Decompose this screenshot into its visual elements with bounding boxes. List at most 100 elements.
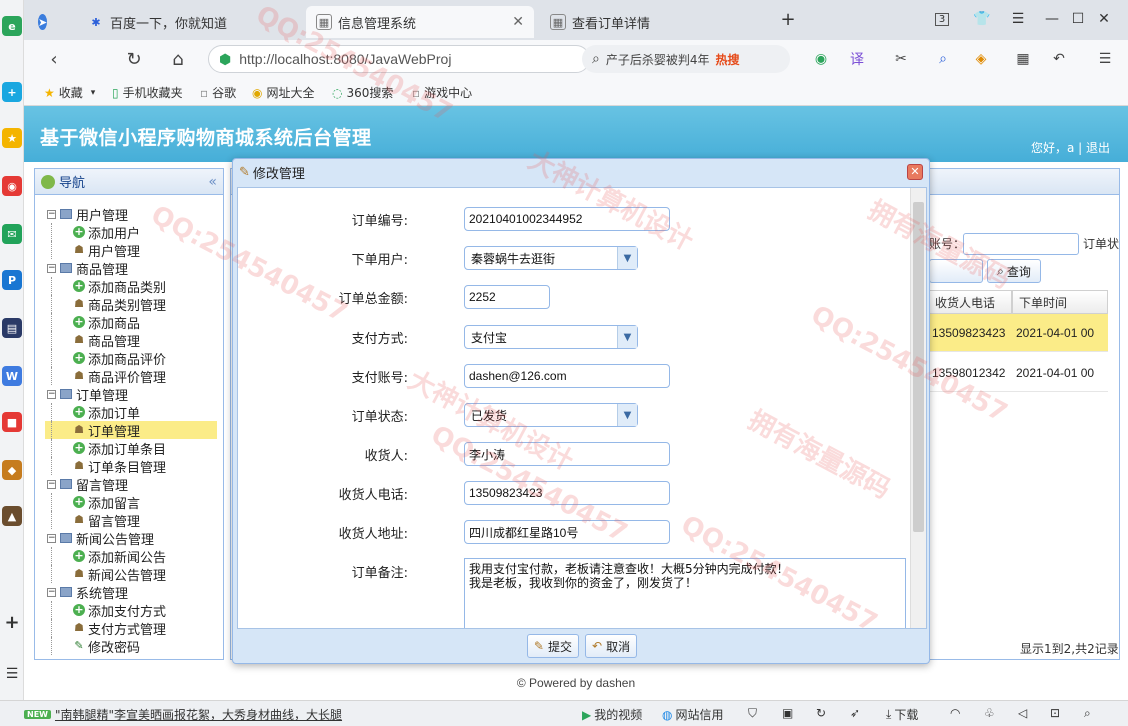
back-icon[interactable]: ‹	[42, 48, 66, 70]
mail-icon[interactable]: ✉	[2, 224, 22, 244]
magnifier-icon[interactable]: ⌕	[932, 49, 954, 69]
nav-item-6[interactable]: + 添加商品	[45, 313, 217, 332]
chevron-down-icon[interactable]: ▼	[617, 404, 637, 426]
tab-count-badge[interactable]: 3	[930, 8, 954, 30]
memo-textarea[interactable]: 我用支付宝付款，老板请注意查收！大概5分钟内完成付款！ 我是老板，我收到你的资金…	[464, 558, 906, 628]
nav-item-2[interactable]: ☗ 用户管理	[45, 241, 217, 260]
table-cell[interactable]: 13509823423	[928, 314, 1012, 352]
collapse-tree-icon[interactable]: −	[47, 533, 56, 543]
bookmark-360[interactable]: ◌ 360搜索	[332, 84, 393, 101]
address-input[interactable]: 四川成都红星路10号	[464, 520, 670, 544]
pay-method-select[interactable]: 支付宝 ▼	[464, 325, 638, 349]
refresh-icon[interactable]: ↻	[816, 706, 826, 720]
image-icon[interactable]: ▣	[782, 706, 793, 720]
scrollbar-thumb[interactable]	[913, 202, 924, 532]
nav-group-18[interactable]: − 新闻公告管理	[47, 529, 219, 548]
nav-item-4[interactable]: + 添加商品类别	[45, 277, 217, 296]
cancel-button[interactable]: ↶ 取消	[585, 634, 638, 658]
bookmark-games[interactable]: ▫ 游戏中心	[412, 84, 472, 101]
submit-button[interactable]: ✎ 提交	[526, 634, 579, 658]
window-close-icon[interactable]: ✕	[1092, 8, 1116, 30]
nav-group-21[interactable]: − 系统管理	[47, 583, 219, 602]
leaf-icon[interactable]: ♧	[984, 706, 995, 720]
shop-app-icon[interactable]: ■	[2, 412, 22, 432]
site-credit-button[interactable]: ◍ 网站信用	[662, 706, 724, 723]
chevron-down-icon[interactable]: ▼	[617, 247, 637, 269]
minimize-icon[interactable]: —	[1040, 8, 1064, 30]
favorites-star-icon[interactable]: ★	[2, 128, 22, 148]
undo-icon[interactable]: ↶	[1048, 49, 1070, 69]
nav-group-15[interactable]: − 留言管理	[47, 475, 219, 494]
reload-icon[interactable]: ↻	[122, 48, 146, 70]
maximize-icon[interactable]: ☐	[1066, 8, 1090, 30]
nav-group-3[interactable]: − 商品管理	[47, 259, 219, 278]
close-tab-icon[interactable]: ✕	[512, 14, 524, 30]
column-header-order-time[interactable]: 下单时间	[1012, 290, 1108, 314]
receiver-input[interactable]: 李小涛	[464, 442, 670, 466]
nav-group-10[interactable]: − 订单管理	[47, 385, 219, 404]
tab-info-system[interactable]: ▦ 信息管理系统 ✕	[306, 6, 534, 38]
my-video-button[interactable]: ▶ 我的视频	[582, 706, 642, 723]
order-no-input[interactable]: 20210401002344952	[464, 207, 670, 231]
bookmark-google[interactable]: ▫ 谷歌	[200, 84, 236, 101]
nav-item-13[interactable]: + 添加订单条目	[45, 439, 217, 458]
nav-item-19[interactable]: + 添加新闻公告	[45, 547, 217, 566]
nav-item-7[interactable]: ☗ 商品管理	[45, 331, 217, 350]
collapse-tree-icon[interactable]: −	[47, 587, 56, 597]
headset-icon[interactable]: ◠	[950, 706, 960, 720]
photo-app-icon[interactable]: ▲	[2, 506, 22, 526]
scissors-icon[interactable]: ✂	[890, 49, 912, 69]
nav-item-11[interactable]: + 添加订单	[45, 403, 217, 422]
chevron-down-icon[interactable]: ▼	[617, 326, 637, 348]
nav-item-1[interactable]: + 添加用户	[45, 223, 217, 242]
edge-icon[interactable]: e	[2, 16, 22, 36]
nav-item-5[interactable]: ☗ 商品类别管理	[45, 295, 217, 314]
settings-menu-icon[interactable]: ☰	[1006, 8, 1030, 30]
shield-icon[interactable]: ⛉	[748, 706, 757, 721]
user-select[interactable]: 秦蓉蜗牛去逛街 ▼	[464, 246, 638, 270]
nav-item-17[interactable]: ☗ 留言管理	[45, 511, 217, 530]
nav-item-20[interactable]: ☗ 新闻公告管理	[45, 565, 217, 584]
collapse-icon[interactable]: «	[208, 174, 217, 190]
news-ticker[interactable]: NEW "南韩腿精"李宣美晒画报花絮，大秀身材曲线，大长腿	[24, 706, 342, 723]
dialog-scrollbar[interactable]	[910, 188, 926, 628]
rocket-icon[interactable]: ➶	[850, 706, 860, 720]
collapse-tree-icon[interactable]: −	[47, 209, 56, 219]
news-app-icon[interactable]: ▤	[2, 318, 22, 338]
bookmark-mobile[interactable]: ▯ 手机收藏夹	[112, 84, 183, 101]
menu-icon[interactable]: ☰	[2, 664, 22, 684]
browser-search-box[interactable]: ⌕ 产子后杀婴被判4年 热搜	[582, 45, 790, 73]
download-button[interactable]: ⤓ 下载	[886, 706, 918, 723]
collapse-tree-icon[interactable]: −	[47, 263, 56, 273]
address-bar[interactable]: ⬢ http://localhost:8080/JavaWebProj	[208, 45, 590, 73]
zoom-icon[interactable]: ⊡	[1050, 706, 1060, 720]
collapse-tree-icon[interactable]: −	[47, 479, 56, 489]
add-app-icon[interactable]: +	[2, 612, 22, 633]
total-input[interactable]: 2252	[464, 285, 550, 309]
nav-item-16[interactable]: + 添加留言	[45, 493, 217, 512]
doc-app-icon[interactable]: W	[2, 366, 22, 386]
tab-baidu[interactable]: ✱ 百度一下，你就知道	[78, 6, 302, 38]
toolbar-button[interactable]	[929, 259, 983, 283]
nav-item-8[interactable]: + 添加商品评价	[45, 349, 217, 368]
nav-item-24[interactable]: ✎ 修改密码	[45, 637, 217, 656]
account-filter-input[interactable]	[963, 233, 1079, 255]
collapse-tree-icon[interactable]: −	[47, 389, 56, 399]
p-app-icon[interactable]: P	[2, 270, 22, 290]
bookmark-site-nav[interactable]: ◉ 网址大全	[252, 84, 315, 101]
status-select[interactable]: 已发货 ▼	[464, 403, 638, 427]
dialog-close-button[interactable]: ✕	[907, 164, 923, 180]
column-header-phone[interactable]: 收货人电话	[928, 290, 1012, 314]
nav-item-9[interactable]: ☗ 商品评价管理	[45, 367, 217, 386]
user-greeting-logout[interactable]: 您好，a | 退出	[1031, 139, 1110, 156]
more-menu-icon[interactable]: ☰	[1094, 49, 1116, 69]
sound-icon[interactable]: ◁	[1018, 706, 1027, 720]
search-icon[interactable]: ⌕	[1084, 706, 1091, 721]
nav-item-12[interactable]: ☗ 订单管理	[45, 421, 217, 440]
wechat-icon[interactable]: ◉	[810, 49, 832, 69]
table-cell[interactable]: 2021-04-01 00	[1012, 314, 1108, 352]
shirt-skin-icon[interactable]: 👕	[970, 8, 994, 30]
nav-item-14[interactable]: ☗ 订单条目管理	[45, 457, 217, 476]
nav-item-23[interactable]: ☗ 支付方式管理	[45, 619, 217, 638]
query-button[interactable]: ⌕ 查询	[987, 259, 1041, 283]
